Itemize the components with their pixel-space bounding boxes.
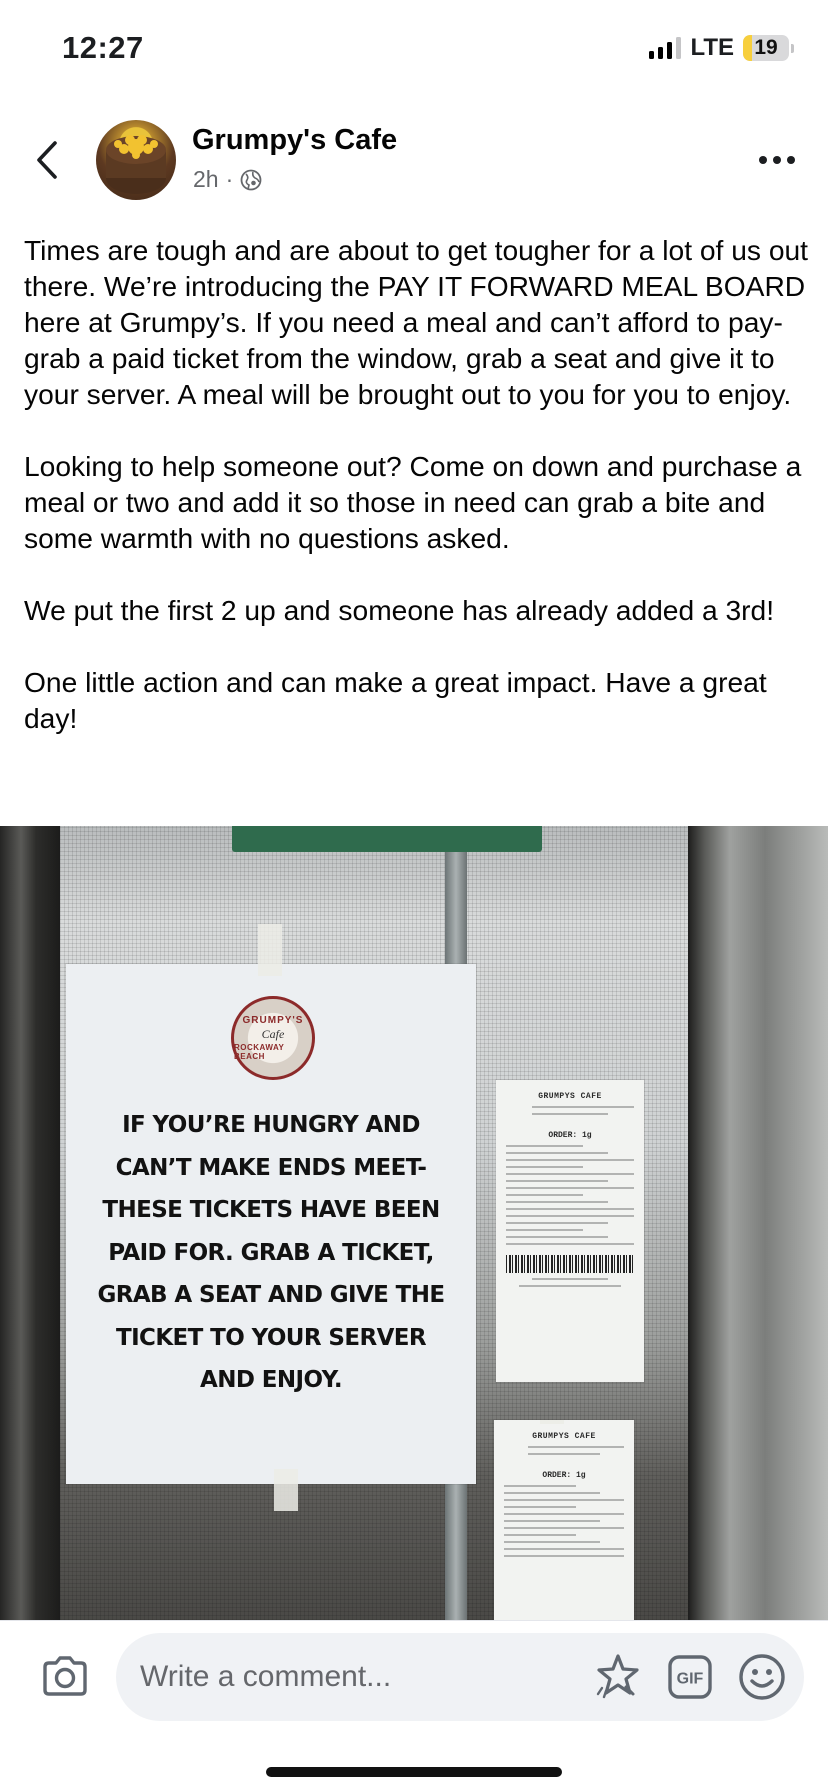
meta-separator: · [225,166,234,192]
comment-bar: GIF [0,1620,828,1792]
svg-text:GIF: GIF [677,1671,704,1688]
sticker-icon [596,1654,639,1699]
meal-ticket-receipt: GRUMPYS CAFE ORDER: 1g [496,1080,644,1382]
more-dots-icon [759,156,767,164]
cake-avatar-image [106,135,166,194]
window-frame-left [0,826,60,1620]
comment-input-actions: GIF [592,1651,788,1703]
battery-icon: 19 [743,35,794,61]
status-time: 12:27 [62,30,144,65]
post-paragraph: Times are tough and are about to get tou… [24,234,816,410]
street-sign [232,826,542,852]
meal-ticket-receipt: GRUMPYS CAFE ORDER: 1g [494,1420,634,1620]
sticker-button[interactable] [592,1651,644,1703]
emoji-button[interactable] [736,1651,788,1703]
avatar[interactable] [96,120,176,200]
battery-level: 19 [754,36,778,59]
back-button[interactable] [24,132,70,188]
globe-icon [240,169,262,190]
status-bar: 12:27 LTE 19 [0,0,828,100]
window-frame-right [688,826,828,1620]
post-paragraph: One little action and can make a great i… [24,666,775,734]
post-header: Grumpy's Cafe 2h · [0,110,828,210]
emoji-icon [739,1654,785,1700]
post-meta: 2h · [193,166,262,193]
post-time[interactable]: 2h [193,166,219,193]
post-photo[interactable]: GRUMPY'S Cafe ROCKAWAY BEACH IF YOU’RE H… [0,826,828,1620]
gif-button[interactable]: GIF [664,1651,716,1703]
grumpys-logo: GRUMPY'S Cafe ROCKAWAY BEACH [231,996,315,1080]
home-indicator[interactable] [266,1767,562,1777]
more-options-button[interactable] [754,146,800,174]
status-indicators: LTE 19 [649,34,794,62]
post-paragraph: We put the first 2 up and someone has al… [24,594,775,626]
pay-it-forward-sign: GRUMPY'S Cafe ROCKAWAY BEACH IF YOU’RE H… [66,924,476,1511]
signal-strength-icon [649,37,682,59]
barcode [506,1255,634,1273]
sign-text: IF YOU’RE HUNGRY AND CAN’T MAKE ENDS MEE… [97,1112,445,1393]
camera-button[interactable] [40,1651,90,1701]
gif-icon: GIF [668,1655,712,1699]
network-type: LTE [690,34,734,61]
chevron-left-icon [37,141,57,179]
post-paragraph: Looking to help someone out? Come on dow… [24,450,810,554]
page-name-link[interactable]: Grumpy's Cafe [192,124,397,157]
camera-icon [43,1656,87,1696]
post-text: Times are tough and are about to get tou… [24,232,814,736]
